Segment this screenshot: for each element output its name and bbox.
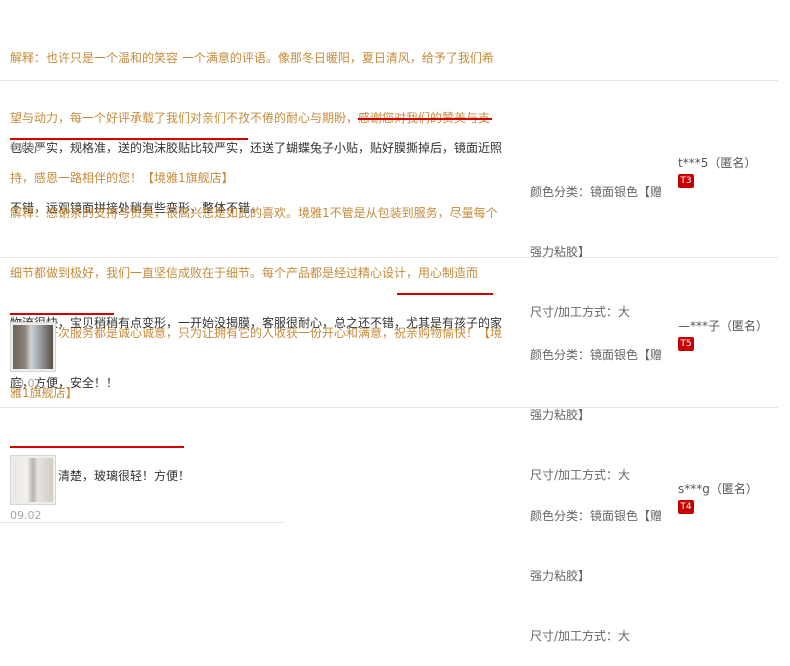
- highlight-underline: [10, 446, 184, 448]
- review-divider: [0, 80, 778, 81]
- review-divider: [0, 522, 285, 523]
- review-photo-thumbnail[interactable]: [10, 322, 56, 372]
- highlight-underline: [358, 118, 492, 120]
- member-level-badge: T5: [678, 337, 694, 351]
- reviewer-name[interactable]: t***5（匿名）: [678, 154, 756, 171]
- member-level-badge: T3: [678, 174, 694, 188]
- sku-info: 颜色分类：镜面银色【赠 强力粘胶】 尺寸/加工方式：大: [530, 466, 662, 666]
- reviewer-name[interactable]: s***g（匿名）: [678, 480, 758, 497]
- sku-color-cont: 强力粘胶】: [530, 245, 591, 259]
- highlight-underline: [10, 313, 114, 315]
- sku-color: 颜色分类：镜面银色【赠: [530, 185, 663, 199]
- review-line: 包装严实，规格准，送的泡沫胶贴比较严实，还送了蝴蝶兔子小贴，贴好膜撕掉后，镜面近…: [10, 141, 503, 155]
- member-level-badge: T4: [678, 500, 694, 514]
- review-date: 09.02: [10, 509, 42, 522]
- review-line: 物流很快，宝贝稍稍有点变形，一开始没揭膜，客服很耐心，总之还不错，尤其是有孩子的…: [10, 316, 503, 330]
- sku-color-cont: 强力粘胶】: [530, 408, 591, 422]
- reply-line: 解释：感谢亲的支持与赞美，很高兴您是如此的喜欢。境雅1不管是从包装到服务，尽量每…: [10, 206, 498, 220]
- reviewer-name[interactable]: —***子（匿名）: [678, 317, 768, 334]
- sku-size: 尺寸/加工方式：大: [530, 629, 631, 643]
- highlight-underline: [10, 138, 248, 140]
- sku-color: 颜色分类：镜面银色【赠: [530, 509, 663, 523]
- photo-image: [13, 325, 53, 369]
- review-line: 庭，方便，安全！！: [10, 376, 119, 390]
- review-photo-thumbnail[interactable]: [10, 455, 56, 505]
- photo-image: [13, 458, 53, 502]
- review-divider: [0, 257, 778, 258]
- sku-color: 颜色分类：镜面银色【赠: [530, 348, 663, 362]
- review-divider: [0, 407, 778, 408]
- highlight-underline: [397, 293, 493, 295]
- review-date: 09.03: [10, 141, 42, 154]
- review-date: 10.02: [10, 377, 42, 390]
- sku-color-cont: 强力粘胶】: [530, 569, 591, 583]
- reply-line: 解释：也许只是一个温和的笑容 一个满意的评语。像那冬日暖阳，夏日清风，给予了我们…: [10, 51, 494, 65]
